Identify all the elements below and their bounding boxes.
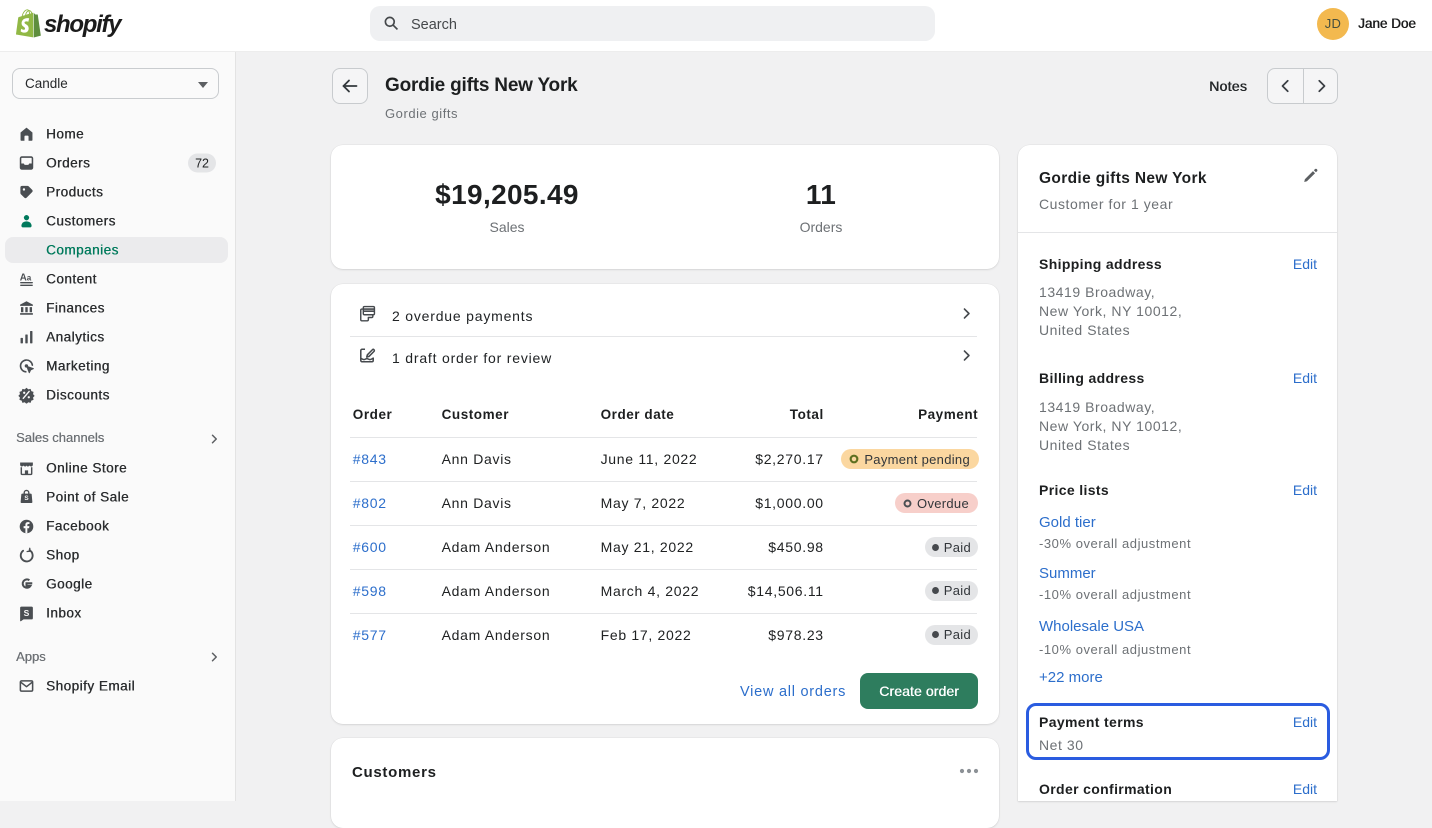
svg-text:S: S [24,495,28,502]
svg-text:A: A [20,272,27,283]
svg-text:a: a [27,273,32,282]
svg-text:S: S [24,608,30,618]
